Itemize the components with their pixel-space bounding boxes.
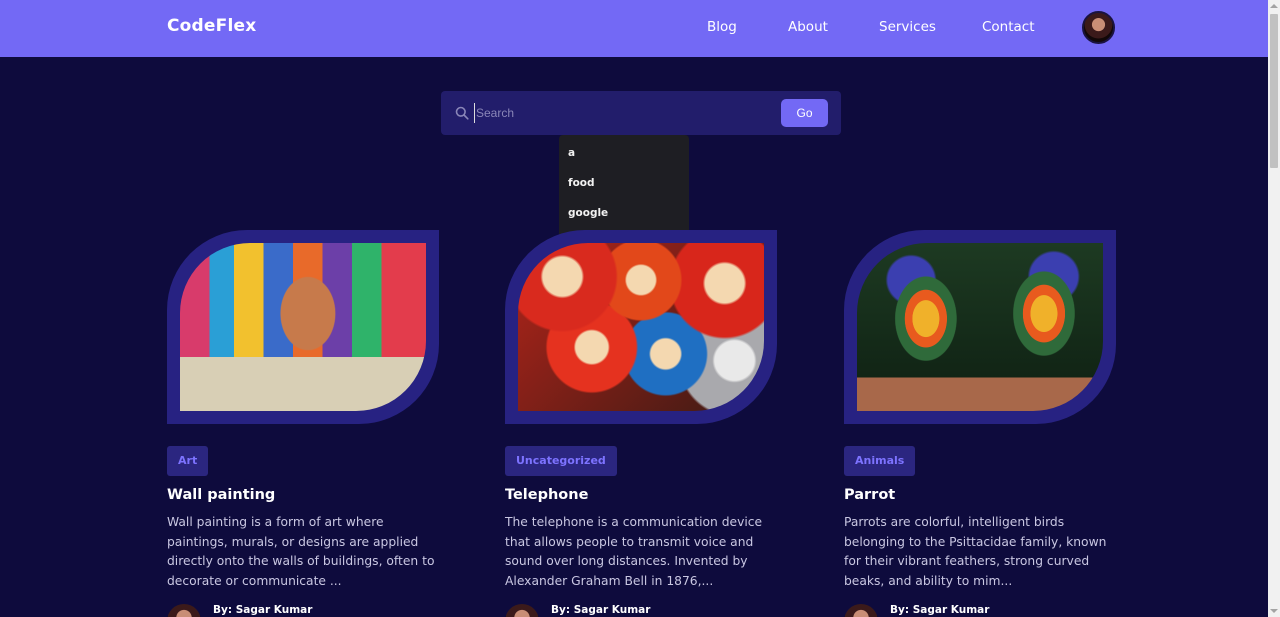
nav-blog[interactable]: Blog: [707, 19, 737, 35]
category-badge[interactable]: Animals: [844, 446, 916, 476]
post-image[interactable]: [518, 243, 764, 411]
search-icon: [455, 106, 469, 120]
scroll-thumb[interactable]: [1270, 14, 1278, 168]
post-title[interactable]: Parrot: [844, 487, 895, 503]
author-name: By: Sagar Kumar: [890, 604, 990, 616]
post-image-frame: [844, 230, 1116, 424]
post-image-frame: [167, 230, 439, 424]
category-badge[interactable]: Art: [167, 446, 209, 476]
author-avatar: [844, 604, 878, 617]
post-title[interactable]: Telephone: [505, 487, 588, 503]
search-input[interactable]: [474, 103, 774, 123]
nav-services[interactable]: Services: [879, 19, 936, 35]
suggestion-item[interactable]: food: [568, 177, 595, 189]
post-image[interactable]: [180, 243, 426, 411]
author-name: By: Sagar Kumar: [213, 604, 313, 616]
nav-contact[interactable]: Contact: [982, 19, 1035, 35]
post-excerpt: Parrots are colorful, intelligent birds …: [844, 515, 1107, 588]
post-image-frame: [505, 230, 777, 424]
category-badge[interactable]: Uncategorized: [505, 446, 617, 476]
scroll-up-arrow-icon[interactable]: [1270, 4, 1278, 8]
author-name: By: Sagar Kumar: [551, 604, 651, 616]
post-excerpt: Wall painting is a form of art where pai…: [167, 515, 435, 588]
suggestion-item[interactable]: a: [568, 147, 575, 159]
scroll-down-arrow-icon[interactable]: [1270, 609, 1278, 613]
post-title[interactable]: Wall painting: [167, 487, 275, 503]
author-avatar: [167, 604, 201, 617]
post-image[interactable]: [857, 243, 1103, 411]
site-header: CodeFlex Blog About Services Contact: [0, 0, 1268, 57]
author-avatar: [505, 604, 539, 617]
suggestion-item[interactable]: google: [568, 207, 608, 219]
nav-about[interactable]: About: [788, 19, 828, 35]
post-excerpt: The telephone is a communication device …: [505, 515, 763, 588]
profile-avatar[interactable]: [1082, 11, 1115, 44]
search-bar: Go: [441, 91, 841, 135]
brand-logo[interactable]: CodeFlex: [167, 16, 256, 36]
page-scrollbar[interactable]: [1268, 0, 1280, 617]
go-button[interactable]: Go: [781, 99, 828, 127]
